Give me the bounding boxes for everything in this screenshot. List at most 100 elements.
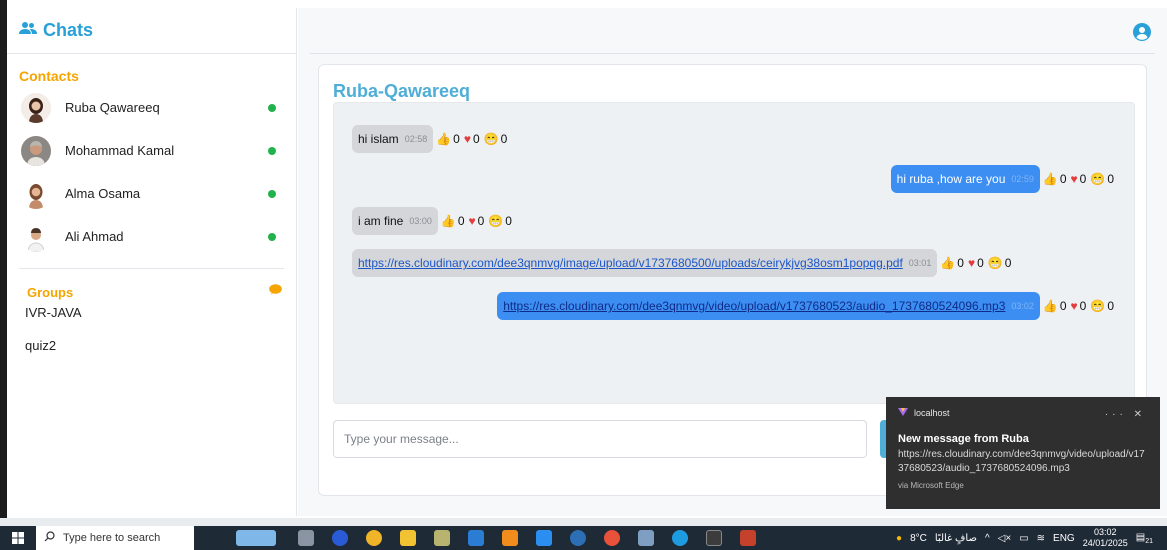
message-input-placeholder: Type your message... [344, 432, 459, 446]
heart-icon[interactable]: ♥ [1071, 172, 1078, 186]
users-icon [19, 21, 37, 40]
toast-close-icon[interactable]: ··· ✕ [1105, 409, 1146, 420]
file-explorer-icon[interactable] [400, 530, 416, 546]
message-input[interactable]: Type your message... [333, 420, 867, 458]
laugh-icon[interactable]: 😁 [488, 214, 503, 228]
contact-item[interactable]: Ruba Qawareeq [7, 86, 296, 129]
vscode-icon[interactable] [536, 530, 552, 546]
weather-temp: 8°C [910, 532, 927, 544]
taskbar: Type here to search ● 8°C صافٍ غالبًا ^ … [0, 526, 1167, 550]
laugh-icon[interactable]: 😁 [1090, 172, 1105, 186]
language-indicator[interactable]: ENG [1053, 533, 1075, 544]
chat-title: Ruba-Qawareeq [333, 81, 471, 101]
clock-time: 03:02 [1093, 527, 1117, 537]
online-status-dot [268, 232, 276, 241]
windows-start-icon[interactable] [0, 526, 36, 550]
taskbar-search[interactable]: Type here to search [36, 526, 194, 550]
heart-icon[interactable]: ♥ [1071, 299, 1078, 313]
like-count: 0 [1059, 172, 1067, 186]
toast-body: https://res.cloudinary.com/dee3qnmvg/vid… [898, 449, 1145, 474]
message-text: i am fine [358, 214, 404, 228]
divider [19, 268, 284, 269]
online-status-dot [268, 103, 276, 112]
message-time: 02:59 [1011, 174, 1034, 184]
thumbs-up-icon[interactable]: 👍 [441, 214, 456, 228]
edge-icon[interactable] [570, 530, 586, 546]
laugh-count: 0 [505, 214, 512, 228]
file-link[interactable]: https://res.cloudinary.com/dee3qnmvg/ima… [358, 256, 903, 270]
thumbs-up-icon[interactable]: 👍 [940, 256, 955, 270]
message-text: hi islam [358, 132, 399, 146]
system-tray: ● 8°C صافٍ غالبًا ^ ◁× ▭ ≋ ENG 03:02 24/… [896, 526, 1161, 550]
notification-count: 21 [1145, 537, 1153, 545]
widgets-icon[interactable] [236, 530, 276, 546]
laugh-icon[interactable]: 😁 [988, 256, 1003, 270]
like-count: 0 [957, 256, 964, 270]
chrome-icon[interactable] [366, 530, 382, 546]
laugh-icon[interactable]: 😁 [484, 132, 499, 146]
contact-list: Ruba Qawareeq Mohammad Kamal Alma Osama [7, 86, 296, 258]
window-edge [0, 0, 7, 518]
xampp-icon[interactable] [502, 530, 518, 546]
heart-icon[interactable]: ♥ [968, 256, 975, 270]
message-row: https://res.cloudinary.com/dee3qnmvg/ima… [352, 249, 1015, 277]
thumbs-up-icon[interactable]: 👍 [436, 132, 451, 146]
laugh-icon[interactable]: 😁 [1090, 299, 1105, 313]
clock[interactable]: 03:02 24/01/2025 [1083, 527, 1128, 549]
heart-icon[interactable]: ♥ [469, 214, 476, 228]
contact-name: Mohammad Kamal [65, 143, 175, 158]
photos-icon[interactable] [638, 530, 654, 546]
contact-name: Ali Ahmad [65, 229, 124, 244]
terminal-icon[interactable] [706, 530, 722, 546]
laugh-count: 0 [1004, 256, 1012, 270]
app-window: Chats Contacts Ruba Qawareeq Mohammad Ka… [0, 0, 1167, 518]
message-row: hi islam 02:58 👍 0 ♥ 0 😁 0 [352, 125, 511, 153]
groups-header: Groups [7, 277, 296, 301]
group-item[interactable]: IVR-JAVA [7, 305, 296, 320]
love-count: 0 [1079, 299, 1087, 313]
chevron-up-icon[interactable]: ^ [985, 533, 990, 544]
brave-icon[interactable] [604, 530, 620, 546]
message-time: 03:00 [409, 216, 432, 226]
toast-app-name: localhost [914, 408, 950, 418]
file-link[interactable]: https://res.cloudinary.com/dee3qnmvg/vid… [503, 299, 1005, 313]
avatar [21, 92, 51, 123]
weather-icon[interactable]: ● [896, 533, 902, 544]
thumbs-up-icon[interactable]: 👍 [1043, 299, 1058, 313]
zoom-icon[interactable] [332, 530, 348, 546]
message-bubble: hi islam 02:58 [352, 125, 434, 153]
love-count: 0 [1079, 172, 1087, 186]
message-bubble: https://res.cloudinary.com/dee3qnmvg/ima… [352, 249, 938, 277]
avatar [21, 221, 51, 252]
wifi-icon[interactable]: ≋ [1037, 533, 1045, 544]
app-icon[interactable] [740, 530, 756, 546]
weather-text: صافٍ غالبًا [934, 532, 977, 544]
chat-bubble-icon[interactable] [269, 283, 282, 301]
like-count: 0 [453, 132, 460, 146]
store-icon[interactable] [434, 530, 450, 546]
contact-item[interactable]: Mohammad Kamal [7, 129, 296, 172]
sidebar-header: Chats [7, 8, 296, 54]
reactions: 👍 0 ♥ 0 😁 0 [1043, 299, 1118, 313]
battery-icon[interactable]: ▭ [1019, 533, 1028, 544]
heart-icon[interactable]: ♥ [464, 132, 471, 146]
outlook-icon[interactable] [468, 530, 484, 546]
toast-source: via Microsoft Edge [898, 481, 964, 490]
edge-dev-icon[interactable] [672, 530, 688, 546]
group-item[interactable]: quiz2 [7, 338, 296, 353]
top-bar [310, 8, 1155, 54]
message-time: 03:02 [1011, 301, 1034, 311]
notification-toast[interactable]: localhost ··· ✕ New message from Ruba ht… [886, 397, 1160, 509]
message-list: hi islam 02:58 👍 0 ♥ 0 😁 0 hi ruba ,how are… [333, 102, 1135, 404]
laugh-count: 0 [1107, 299, 1114, 313]
volume-icon[interactable]: ◁× [998, 533, 1012, 544]
thumbs-up-icon[interactable]: 👍 [1043, 172, 1058, 186]
message-bubble: https://res.cloudinary.com/dee3qnmvg/vid… [497, 292, 1040, 320]
message-bubble: hi ruba ,how are you 02:59 [890, 165, 1040, 193]
user-account-icon[interactable] [1133, 23, 1151, 46]
contact-item[interactable]: Alma Osama [7, 172, 296, 215]
notification-center-icon[interactable]: ▤21 [1136, 532, 1153, 545]
contact-item[interactable]: Ali Ahmad [7, 215, 296, 258]
task-view-icon[interactable] [298, 530, 314, 546]
message-text: hi ruba ,how are you [896, 172, 1006, 186]
